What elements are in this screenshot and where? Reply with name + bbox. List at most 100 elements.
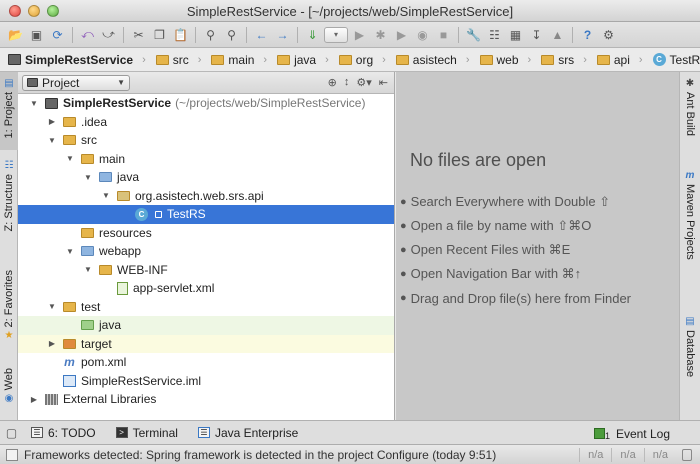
run-icon[interactable]: ▶ <box>350 25 369 44</box>
editor-area[interactable]: No files are open ● Search Everywhere wit… <box>396 72 679 420</box>
folder-icon <box>479 54 493 65</box>
breadcrumb-item[interactable]: web › <box>476 51 538 69</box>
paste-icon[interactable]: 📋 <box>171 25 190 44</box>
breadcrumb-item[interactable]: srs › <box>537 51 593 69</box>
replace-icon[interactable]: ⚲ <box>222 25 241 44</box>
project-view-selector[interactable]: Project ▼ <box>22 74 130 91</box>
tree-row[interactable]: app-servlet.xml <box>18 279 394 298</box>
collapse-all-icon[interactable]: ↕ <box>344 76 350 89</box>
tree-row[interactable]: ▼ org.asistech.web.srs.api <box>18 187 394 206</box>
tab-todo[interactable]: ☰ 6: TODO <box>21 426 106 440</box>
hide-panel-icon[interactable]: ⇤ <box>379 76 388 89</box>
tab-maven-projects[interactable]: m Maven Projects <box>680 170 700 300</box>
tab-terminal[interactable]: > Terminal <box>106 426 188 440</box>
sdk-icon[interactable]: ↧ <box>527 25 546 44</box>
folder-icon <box>541 54 555 65</box>
redo-icon[interactable]: ⤻ <box>99 25 118 44</box>
chevron-right-icon[interactable]: ▶ <box>46 339 58 348</box>
web-folder-icon <box>81 246 94 257</box>
tree-row[interactable]: ▶ .idea <box>18 113 394 132</box>
run-config-dropdown[interactable]: ▾ <box>324 26 348 43</box>
breadcrumb-item[interactable]: main › <box>207 51 273 69</box>
forward-icon[interactable]: → <box>273 25 292 44</box>
test-folder-icon <box>81 320 94 331</box>
attach-icon[interactable]: ■ <box>434 25 453 44</box>
tree-row[interactable]: SimpleRestService.iml <box>18 372 394 391</box>
chevron-down-icon[interactable]: ▼ <box>28 99 40 108</box>
event-log-button[interactable]: 1 Event Log <box>593 426 670 441</box>
chevron-down-icon[interactable]: ▼ <box>82 265 94 274</box>
project-icon <box>27 78 38 87</box>
status-message[interactable]: Frameworks detected: Spring framework is… <box>24 448 514 462</box>
make-icon[interactable]: ⇓ <box>303 25 322 44</box>
cut-icon[interactable]: ✂ <box>129 25 148 44</box>
tab-structure[interactable]: ☷ Z: Structure <box>0 156 18 246</box>
structure-icon[interactable]: ☷ <box>485 25 504 44</box>
tab-web[interactable]: Web ◉ <box>0 368 18 416</box>
save-icon[interactable]: ▣ <box>27 25 46 44</box>
tree-row[interactable]: ▼ java <box>18 168 394 187</box>
tree-row[interactable]: resources <box>18 224 394 243</box>
breadcrumb-item[interactable]: SimpleRestService › <box>4 51 152 69</box>
tree-row[interactable]: java <box>18 316 394 335</box>
chevron-down-icon[interactable]: ▼ <box>64 154 76 163</box>
tree-row[interactable]: ▼ src <box>18 131 394 150</box>
breadcrumb-item[interactable]: java › <box>273 51 335 69</box>
chevron-down-icon[interactable]: ▼ <box>82 173 94 182</box>
chevron-down-icon[interactable]: ▼ <box>46 302 58 311</box>
tree-row[interactable]: ▼ WEB-INF <box>18 261 394 280</box>
tree-row[interactable]: ▶ target <box>18 334 394 353</box>
lock-icon <box>155 210 162 218</box>
breadcrumb-item[interactable]: org › <box>335 51 392 69</box>
chevron-down-icon[interactable]: ▼ <box>46 136 58 145</box>
toggle-tool-windows-icon[interactable]: ▢ <box>2 423 21 442</box>
tab-project[interactable]: ▤ 1: Project <box>0 72 18 150</box>
coverage-icon[interactable]: ▶ <box>392 25 411 44</box>
status-bar: Frameworks detected: Spring framework is… <box>0 444 700 464</box>
find-icon[interactable]: ⚲ <box>201 25 220 44</box>
debug-icon[interactable]: ✱ <box>371 25 390 44</box>
gear-icon[interactable]: ⚙▾ <box>356 76 371 89</box>
tab-favorites[interactable]: 2: Favorites ★ <box>0 270 18 360</box>
copy-icon[interactable]: ❐ <box>150 25 169 44</box>
chevron-right-icon[interactable]: ▶ <box>46 117 58 126</box>
project-structure-icon[interactable]: ▦ <box>506 25 525 44</box>
editor-hint: ● Open a file by name with ⇧⌘O <box>400 218 592 233</box>
todo-icon: ☰ <box>31 427 43 438</box>
tree-row[interactable]: ▼ main <box>18 150 394 169</box>
profile-icon[interactable]: ◉ <box>413 25 432 44</box>
chevron-down-icon[interactable]: ▼ <box>64 247 76 256</box>
breadcrumb-item[interactable]: api › <box>593 51 649 69</box>
tree-row[interactable]: ▶ External Libraries <box>18 390 394 409</box>
bottom-tool-tabs: ▢ ☰ 6: TODO > Terminal ☰ Java Enterprise… <box>0 420 700 444</box>
status-toggle-icon[interactable] <box>6 448 18 461</box>
status-cell: n/a <box>579 447 611 462</box>
tab-ant-build[interactable]: ✱ Ant Build <box>680 78 700 168</box>
scroll-from-source-icon[interactable]: ⊕ <box>328 76 337 89</box>
ant-icon: ✱ <box>685 78 695 89</box>
tree-row[interactable]: ▼ webapp <box>18 242 394 261</box>
folder-open-icon[interactable]: 📂 <box>6 25 25 44</box>
maven-file-icon: m <box>64 355 75 370</box>
chevron-down-icon[interactable]: ▼ <box>100 191 112 200</box>
tree-row[interactable]: ▼ test <box>18 298 394 317</box>
sync-icon[interactable]: ⟳ <box>48 25 67 44</box>
breadcrumb-item[interactable]: CTestRS <box>649 51 700 69</box>
help-icon[interactable]: ? <box>578 25 597 44</box>
tab-database[interactable]: ▤ Database <box>680 316 700 406</box>
tree-item-label: app-servlet.xml <box>133 281 215 296</box>
tree-row[interactable]: ▼ SimpleRestService (~/projects/web/Simple… <box>18 94 394 113</box>
lock-icon[interactable] <box>682 448 692 461</box>
undo-icon[interactable]: ⤺ <box>78 25 97 44</box>
tree-row[interactable]: C TestRS <box>18 205 394 224</box>
tree-item-label: main <box>99 151 126 166</box>
tools-icon[interactable]: ⚙ <box>599 25 618 44</box>
breadcrumb-item[interactable]: asistech › <box>392 51 476 69</box>
breadcrumb-item[interactable]: src › <box>152 51 208 69</box>
back-icon[interactable]: ← <box>252 25 271 44</box>
tab-java-enterprise[interactable]: ☰ Java Enterprise <box>188 426 308 440</box>
settings-icon[interactable]: 🔧 <box>464 25 483 44</box>
chevron-right-icon[interactable]: ▶ <box>28 395 40 404</box>
android-icon[interactable]: ▲ <box>548 25 567 44</box>
tree-row[interactable]: m pom.xml <box>18 353 394 372</box>
